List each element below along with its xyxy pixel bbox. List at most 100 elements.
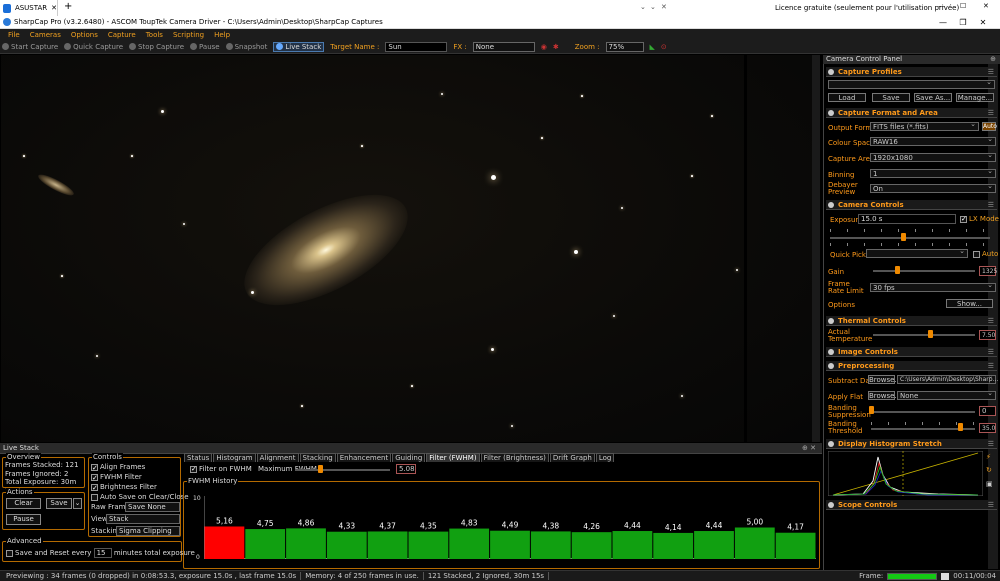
manage-button[interactable]: Manage... xyxy=(956,93,994,102)
gain-value[interactable]: 1325 xyxy=(979,266,997,276)
close-icon[interactable]: ✕ xyxy=(976,18,990,27)
tab-drift-graph[interactable]: Drift Graph xyxy=(549,453,595,462)
menu-tools[interactable]: Tools xyxy=(146,31,163,39)
start-capture-button[interactable]: Start Capture xyxy=(2,43,58,51)
save-profile-button[interactable]: Save xyxy=(872,93,910,102)
menu-icon[interactable]: ☰ xyxy=(988,500,994,510)
chevron-down-icon[interactable]: ⌄ xyxy=(650,3,656,11)
histogram-icon[interactable]: ◣ xyxy=(650,43,655,51)
close-icon[interactable]: ⊕ ✕ xyxy=(802,443,816,453)
menu-icon[interactable]: ☰ xyxy=(988,316,994,326)
stop-capture-button[interactable]: Stop Capture xyxy=(129,43,184,51)
minimize-icon[interactable]: — xyxy=(936,18,950,27)
quick-capture-button[interactable]: Quick Capture xyxy=(64,43,123,51)
live-stack-button[interactable]: Live Stack xyxy=(273,41,325,52)
profile-select[interactable] xyxy=(828,78,995,89)
capture-area-select[interactable]: 1920x1080 xyxy=(870,151,996,162)
debayer-select[interactable]: On xyxy=(870,182,996,193)
output-format-select[interactable]: FITS files (*.fits) xyxy=(870,120,979,131)
zoom-select[interactable]: 75% xyxy=(605,41,644,52)
menu-icon[interactable]: ☰ xyxy=(988,108,994,118)
menu-file[interactable]: File xyxy=(8,31,20,39)
viewer-scrollbar[interactable] xyxy=(812,55,820,442)
image-controls-header[interactable]: Image Controls ☰ xyxy=(826,347,997,357)
record-icon[interactable]: ◉ xyxy=(541,43,547,51)
capture-profiles-header[interactable]: Capture Profiles ☰ xyxy=(826,67,997,77)
max-fwhm-slider[interactable] xyxy=(295,469,390,471)
banding-suppression-value[interactable]: 0 xyxy=(979,406,996,416)
view-select[interactable]: Stack xyxy=(106,514,180,524)
close-icon[interactable]: ✕ xyxy=(661,3,667,11)
tab-filter-brightness[interactable]: Filter (Brightness) xyxy=(480,453,549,462)
camera-controls-header[interactable]: Camera Controls ☰ xyxy=(826,200,997,210)
reset-icon[interactable]: ↻ xyxy=(986,466,992,474)
minimize-icon[interactable]: — xyxy=(938,2,945,10)
menu-icon[interactable]: ☰ xyxy=(988,200,994,210)
histogram-stretch-header[interactable]: Display Histogram Stretch ☰ xyxy=(826,439,997,449)
dark-path-select[interactable]: C:\Users\Admin\Desktop\Sharp... xyxy=(897,373,998,384)
restore-icon[interactable]: ❐ xyxy=(956,18,970,27)
auto-format-button[interactable]: Auto xyxy=(982,122,997,131)
clear-button[interactable]: Clear xyxy=(6,498,41,509)
thermal-controls-header[interactable]: Thermal Controls ☰ xyxy=(826,316,997,326)
menu-help[interactable]: Help xyxy=(214,31,230,39)
auto-save-checkbox[interactable] xyxy=(91,493,98,501)
filter-on-fwhm-checkbox[interactable] xyxy=(190,465,197,473)
camera-image-view[interactable] xyxy=(1,55,820,442)
load-button[interactable]: Load xyxy=(828,93,866,102)
browse-flat-button[interactable]: Browse... xyxy=(868,391,901,400)
menu-options[interactable]: Options xyxy=(71,31,98,39)
banding-threshold-value[interactable]: 35.0 xyxy=(979,423,996,433)
tab-enhancement[interactable]: Enhancement xyxy=(336,453,392,462)
fx-select[interactable]: None xyxy=(472,41,535,52)
save-as-button[interactable]: Save As... xyxy=(914,93,952,102)
gain-slider[interactable] xyxy=(873,270,975,272)
minutes-input[interactable]: 15 xyxy=(93,548,112,558)
tab-histogram[interactable]: Histogram xyxy=(213,453,256,462)
capture-format-header[interactable]: Capture Format and Area ☰ xyxy=(826,108,997,118)
flat-select[interactable]: None xyxy=(897,389,996,400)
save-button[interactable]: Save xyxy=(46,498,72,509)
new-tab-button[interactable]: + xyxy=(64,1,72,12)
target-name-input[interactable]: Sun xyxy=(385,41,448,52)
exposure-slider[interactable] xyxy=(830,237,990,239)
auto-exposure-checkbox[interactable] xyxy=(973,250,980,258)
exposure-slider-thumb[interactable] xyxy=(901,233,906,241)
tab-filter-fwhm[interactable]: Filter (FWHM) xyxy=(426,453,480,462)
auto-exposure[interactable]: Auto xyxy=(973,250,998,258)
menu-icon[interactable]: ☰ xyxy=(988,439,994,449)
lx-mode-checkbox[interactable] xyxy=(960,215,967,223)
max-fwhm-slider-thumb[interactable] xyxy=(318,465,323,473)
colour-space-select[interactable]: RAW16 xyxy=(870,135,996,146)
pause-stack-button[interactable]: Pause xyxy=(6,514,41,525)
save-reset-checkbox[interactable] xyxy=(6,549,13,557)
menu-cameras[interactable]: Cameras xyxy=(30,31,61,39)
exposure-input[interactable]: 15.0 s xyxy=(858,214,956,224)
save-dropdown-button[interactable]: ⌄ xyxy=(73,498,82,509)
fwhm-filter-checkbox[interactable] xyxy=(91,473,98,483)
tab-stacking[interactable]: Stacking xyxy=(299,453,336,462)
banding-suppression-slider[interactable] xyxy=(871,411,975,413)
menu-scripting[interactable]: Scripting xyxy=(173,31,204,39)
browse-dark-button[interactable]: Browse... xyxy=(868,375,901,384)
binning-select[interactable]: 1 xyxy=(870,167,996,178)
raw-frames-select[interactable]: Save None xyxy=(125,502,180,512)
align-frames-checkbox[interactable] xyxy=(91,463,98,473)
tab-status[interactable]: Status xyxy=(184,453,213,462)
menu-icon[interactable]: ☰ xyxy=(988,67,994,77)
quick-picks-select[interactable] xyxy=(866,247,968,258)
tab-alignment[interactable]: Alignment xyxy=(256,453,299,462)
target-icon[interactable]: ⊙ xyxy=(661,43,667,51)
brightness-filter-checkbox[interactable] xyxy=(91,483,98,493)
menu-icon[interactable]: ☰ xyxy=(988,347,994,357)
close-window-icon[interactable]: ✕ xyxy=(983,2,989,10)
preprocessing-header[interactable]: Preprocessing ☰ xyxy=(826,361,997,371)
pause-button[interactable]: Pause xyxy=(190,43,220,51)
close-tab-icon[interactable]: ✕ xyxy=(51,4,57,12)
tab-log[interactable]: Log xyxy=(595,453,615,462)
gain-slider-thumb[interactable] xyxy=(895,266,900,274)
chevron-down-icon[interactable]: ⌄ xyxy=(640,3,646,11)
stacking-select[interactable]: Sigma Clipping xyxy=(116,526,180,536)
snapshot-button[interactable]: Snapshot xyxy=(225,43,267,51)
banding-threshold-thumb[interactable] xyxy=(958,423,963,431)
